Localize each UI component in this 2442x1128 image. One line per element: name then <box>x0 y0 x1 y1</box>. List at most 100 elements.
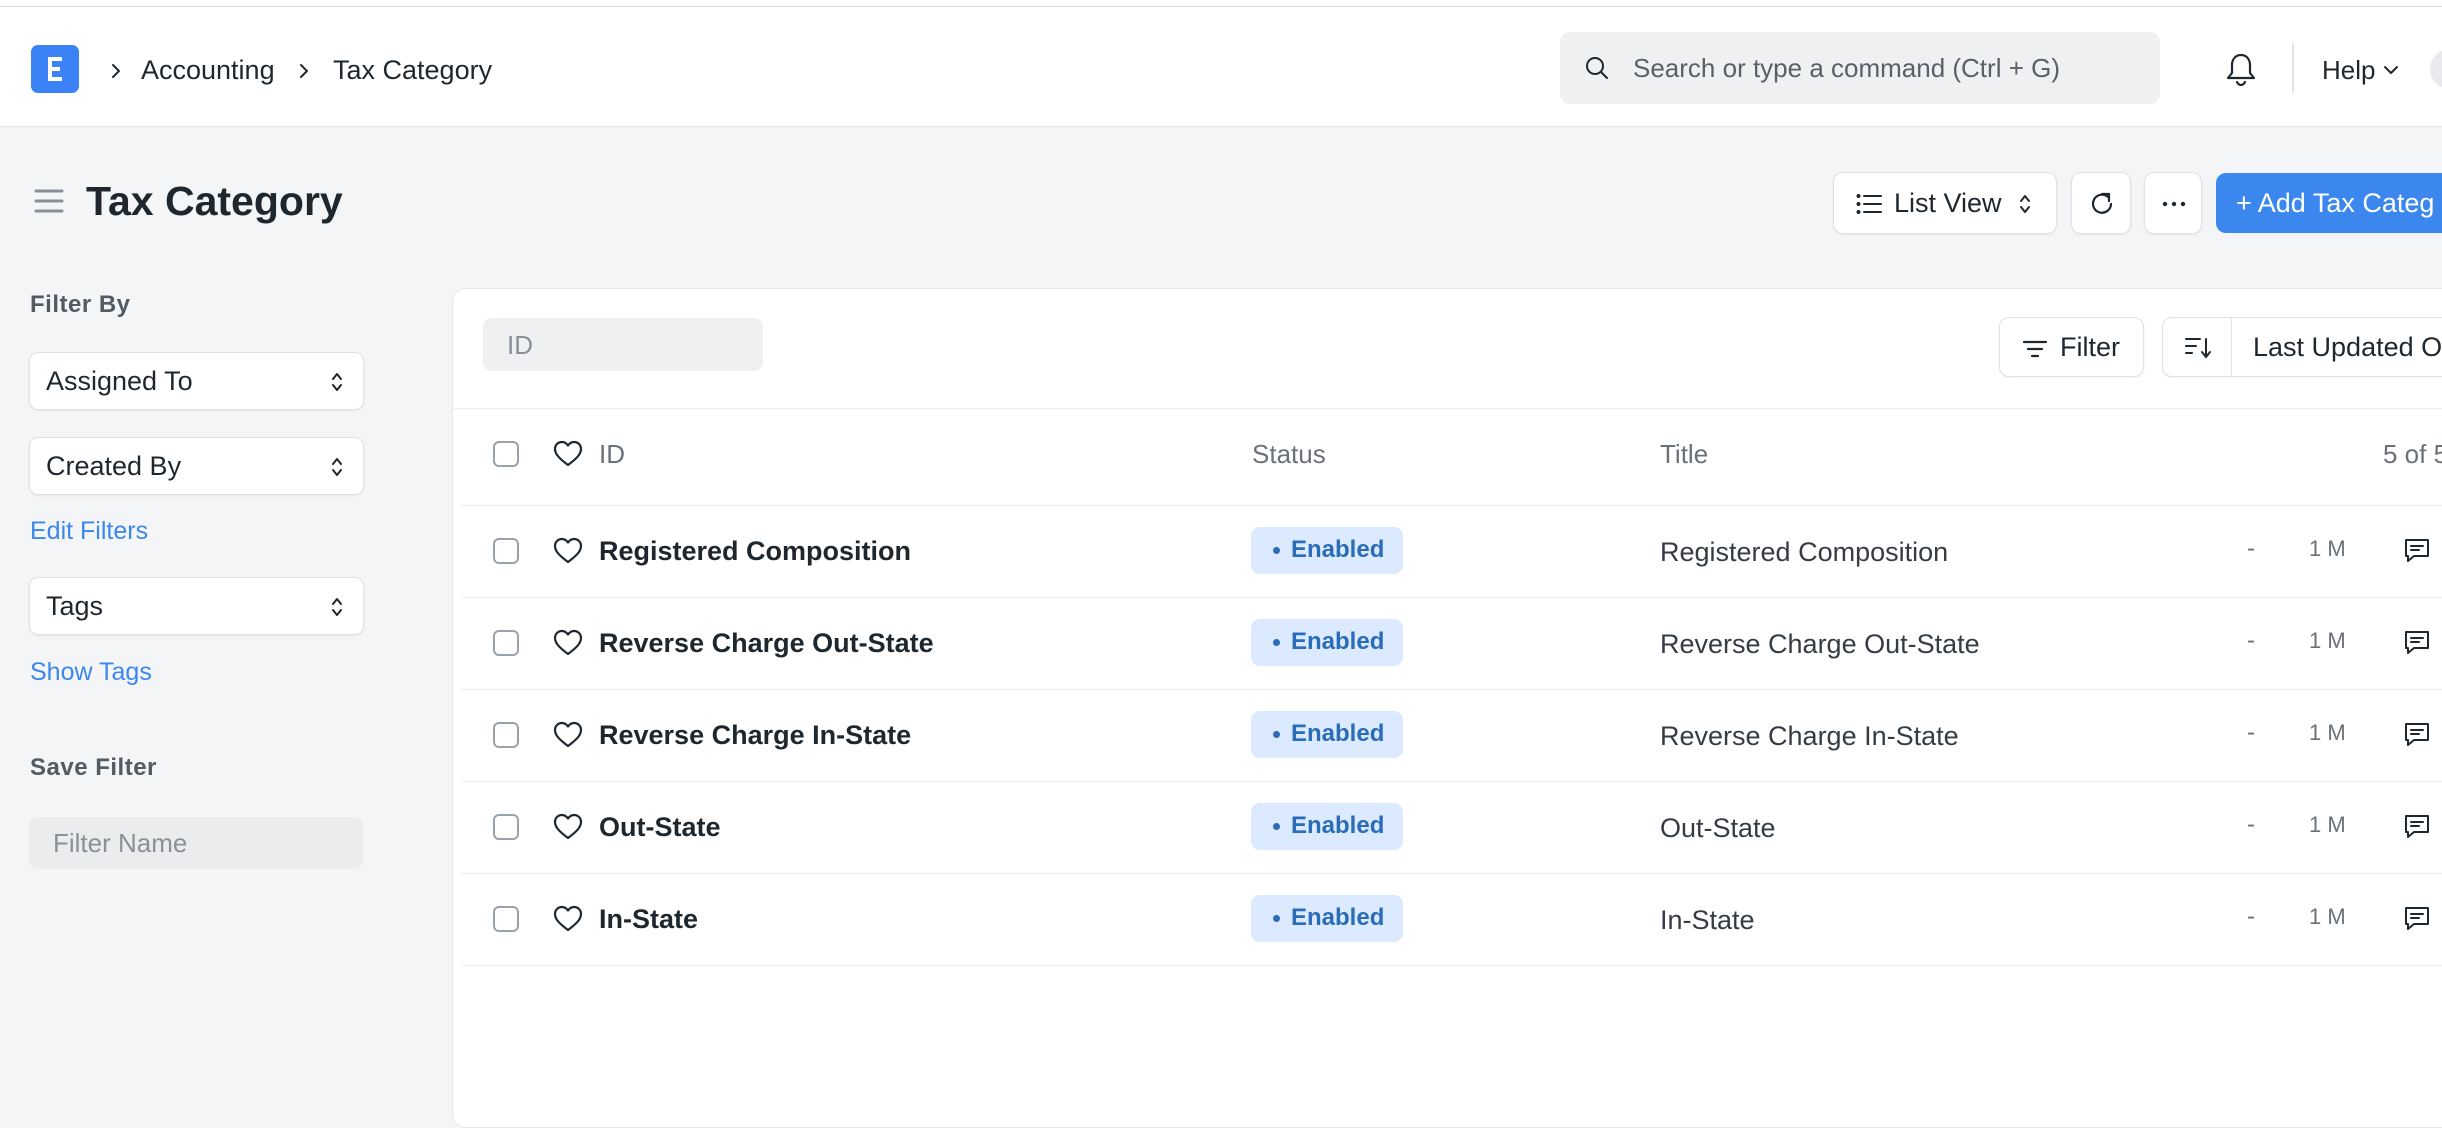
created-by-select[interactable]: Created By <box>29 437 364 495</box>
tags-select[interactable]: Tags <box>29 577 364 635</box>
list-card: ID Filter Last Updated O ID Status Title… <box>452 288 2442 1128</box>
help-menu[interactable]: Help <box>2322 53 2375 87</box>
filter-button[interactable]: Filter <box>1999 317 2144 377</box>
status-dot <box>1273 731 1280 738</box>
row-divider <box>461 597 2442 598</box>
refresh-button[interactable] <box>2071 172 2131 234</box>
filter-name-input[interactable]: Filter Name <box>29 817 363 869</box>
status-dot <box>1273 915 1280 922</box>
status-label: Enabled <box>1291 720 1385 747</box>
heart-icon[interactable] <box>553 905 583 933</box>
comment-icon[interactable] <box>2403 537 2431 565</box>
row-modified: 1 M <box>2309 812 2346 837</box>
row-divider <box>461 873 2442 874</box>
status-badge: Enabled <box>1251 711 1403 758</box>
row-id-link[interactable]: Out-State <box>599 810 721 844</box>
comment-icon[interactable] <box>2403 721 2431 749</box>
column-header-title[interactable]: Title <box>1660 438 1708 470</box>
status-dot <box>1273 547 1280 554</box>
heart-icon[interactable] <box>553 721 583 749</box>
comment-icon[interactable] <box>2403 905 2431 933</box>
breadcrumb-accounting[interactable]: Accounting <box>141 53 275 87</box>
menu-icon[interactable] <box>34 188 64 214</box>
result-count: 5 of 5 <box>2383 439 2442 469</box>
row-id-link[interactable]: Reverse Charge Out-State <box>599 626 934 660</box>
row-title: Reverse Charge In-State <box>1660 721 1959 751</box>
column-header-id[interactable]: ID <box>599 438 625 470</box>
id-filter-input[interactable]: ID <box>483 318 763 371</box>
comment-icon[interactable] <box>2403 813 2431 841</box>
sort-label: Last Updated O <box>2253 332 2442 362</box>
save-filter-heading: Save Filter <box>30 754 157 781</box>
row-assigned: - <box>2247 719 2255 746</box>
row-title: Reverse Charge Out-State <box>1660 629 1980 659</box>
show-tags-link[interactable]: Show Tags <box>30 656 152 688</box>
heart-icon[interactable] <box>553 629 583 657</box>
assigned-to-select[interactable]: Assigned To <box>29 352 364 410</box>
row-checkbox[interactable] <box>493 814 519 840</box>
select-all-checkbox[interactable] <box>493 441 519 467</box>
created-by-label: Created By <box>46 451 182 481</box>
row-title: Registered Composition <box>1660 537 1949 567</box>
more-icon <box>2162 201 2186 207</box>
comment-icon[interactable] <box>2403 629 2431 657</box>
row-title: Out-State <box>1660 813 1776 843</box>
more-options-button[interactable] <box>2144 172 2202 234</box>
column-header-status[interactable]: Status <box>1252 438 1326 470</box>
app-logo-icon[interactable] <box>31 45 79 93</box>
updown-icon <box>2020 195 2030 213</box>
status-badge: Enabled <box>1251 619 1403 666</box>
search-input[interactable]: Search or type a command (Ctrl + G) <box>1560 32 2160 104</box>
heart-icon[interactable] <box>553 537 583 565</box>
row-id-link[interactable]: Registered Composition <box>599 534 911 568</box>
filter-name-placeholder: Filter Name <box>53 828 188 858</box>
search-icon <box>1586 57 1608 79</box>
row-divider <box>461 505 2442 506</box>
list-view-button[interactable]: List View <box>1833 172 2057 234</box>
row-assigned: - <box>2247 535 2255 562</box>
status-label: Enabled <box>1291 904 1385 931</box>
list-view-label: List View <box>1894 188 2002 218</box>
navbar: Accounting Tax Category Search or type a… <box>0 7 2442 127</box>
bell-icon[interactable] <box>2224 51 2258 87</box>
filter-by-heading: Filter By <box>30 291 131 318</box>
status-dot <box>1273 639 1280 646</box>
chevron-down-icon[interactable] <box>2383 64 2399 76</box>
assigned-to-label: Assigned To <box>46 366 193 396</box>
status-badge: Enabled <box>1251 895 1403 942</box>
status-badge: Enabled <box>1251 527 1403 574</box>
tags-label: Tags <box>46 591 104 621</box>
row-checkbox[interactable] <box>493 722 519 748</box>
row-checkbox[interactable] <box>493 906 519 932</box>
row-checkbox[interactable] <box>493 630 519 656</box>
add-tax-category-button[interactable]: + Add Tax Categ <box>2216 173 2442 233</box>
top-border <box>0 0 2442 7</box>
sort-icon <box>2185 338 2211 358</box>
row-title: In-State <box>1660 905 1755 935</box>
row-assigned: - <box>2247 627 2255 654</box>
chevron-right-icon <box>300 64 308 78</box>
sort-direction-button[interactable] <box>2163 318 2232 376</box>
card-divider <box>453 408 2442 409</box>
row-id-link[interactable]: Reverse Charge In-State <box>599 718 911 752</box>
edit-filters-link[interactable]: Edit Filters <box>30 515 148 547</box>
heart-icon[interactable] <box>553 440 583 468</box>
sort-control[interactable]: Last Updated O <box>2162 317 2442 377</box>
page-title: Tax Category <box>86 178 343 224</box>
heart-icon[interactable] <box>553 813 583 841</box>
row-assigned: - <box>2247 903 2255 930</box>
row-id-link[interactable]: In-State <box>599 902 698 936</box>
status-badge: Enabled <box>1251 803 1403 850</box>
avatar[interactable] <box>2430 49 2442 89</box>
breadcrumb-tax-category[interactable]: Tax Category <box>333 53 492 87</box>
updown-icon <box>332 373 342 391</box>
navbar-divider <box>2292 43 2294 93</box>
chevron-right-icon <box>112 64 120 78</box>
updown-icon <box>332 598 342 616</box>
row-checkbox[interactable] <box>493 538 519 564</box>
id-filter-placeholder: ID <box>507 330 533 360</box>
row-assigned: - <box>2247 811 2255 838</box>
updown-icon <box>332 458 342 476</box>
row-modified: 1 M <box>2309 904 2346 929</box>
row-modified: 1 M <box>2309 720 2346 745</box>
